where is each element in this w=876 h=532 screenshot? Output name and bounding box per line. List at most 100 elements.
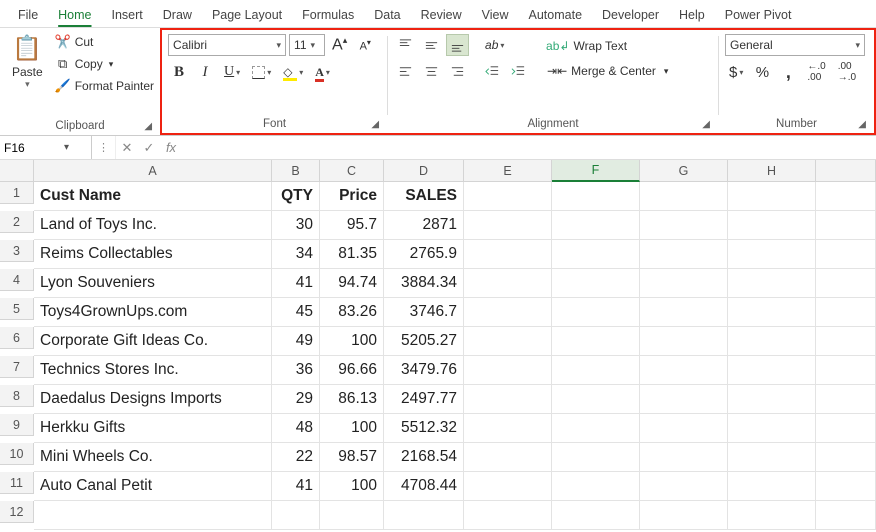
empty-cell[interactable] [272, 501, 320, 530]
name-box-input[interactable] [0, 139, 60, 157]
fill-color-button[interactable]: ◇ [279, 61, 307, 83]
empty-cell[interactable] [552, 269, 640, 298]
column-header-G[interactable]: G [640, 160, 728, 182]
align-bottom-button[interactable] [446, 34, 469, 56]
select-all-corner[interactable] [0, 160, 34, 182]
row-header-7[interactable]: 7 [0, 356, 34, 378]
cell-sales[interactable]: 3479.76 [384, 356, 464, 385]
empty-cell[interactable] [552, 211, 640, 240]
menu-review[interactable]: Review [411, 4, 472, 27]
align-right-button[interactable] [446, 60, 469, 82]
column-header-D[interactable]: D [384, 160, 464, 182]
cell-sales[interactable]: 2871 [384, 211, 464, 240]
empty-cell[interactable] [728, 182, 816, 211]
cell-price[interactable]: 81.35 [320, 240, 384, 269]
cell-sales[interactable]: 2765.9 [384, 240, 464, 269]
header-cell[interactable]: Price [320, 182, 384, 211]
cell-sales[interactable]: 2168.54 [384, 443, 464, 472]
empty-cell[interactable] [816, 327, 876, 356]
empty-cell[interactable] [464, 327, 552, 356]
empty-cell[interactable] [816, 414, 876, 443]
empty-cell[interactable] [320, 501, 384, 530]
cell-name[interactable]: Reims Collectables [34, 240, 272, 269]
cell-qty[interactable]: 29 [272, 385, 320, 414]
empty-cell[interactable] [464, 298, 552, 327]
empty-cell[interactable] [640, 414, 728, 443]
decrease-font-button[interactable]: A▾ [354, 34, 376, 56]
cell-qty[interactable]: 41 [272, 269, 320, 298]
menu-automate[interactable]: Automate [519, 4, 593, 27]
empty-cell[interactable] [728, 211, 816, 240]
row-header-1[interactable]: 1 [0, 182, 34, 204]
decrease-indent-button[interactable] [481, 60, 504, 82]
empty-cell[interactable] [640, 240, 728, 269]
name-box[interactable]: ▾ [0, 136, 92, 159]
cell-sales[interactable]: 5205.27 [384, 327, 464, 356]
row-header-6[interactable]: 6 [0, 327, 34, 349]
column-header-A[interactable]: A [34, 160, 272, 182]
empty-cell[interactable] [464, 211, 552, 240]
empty-cell[interactable] [552, 327, 640, 356]
cell-price[interactable]: 100 [320, 472, 384, 501]
empty-cell[interactable] [464, 443, 552, 472]
empty-cell[interactable] [816, 385, 876, 414]
menu-draw[interactable]: Draw [153, 4, 202, 27]
formula-input[interactable] [182, 136, 876, 159]
row-header-9[interactable]: 9 [0, 414, 34, 436]
align-middle-button[interactable] [420, 34, 443, 56]
empty-cell[interactable] [640, 327, 728, 356]
empty-cell[interactable] [464, 182, 552, 211]
cell-name[interactable]: Mini Wheels Co. [34, 443, 272, 472]
empty-cell[interactable] [464, 240, 552, 269]
menu-file[interactable]: File [8, 4, 48, 27]
cell-name[interactable]: Herkku Gifts [34, 414, 272, 443]
align-top-button[interactable] [394, 34, 417, 56]
cell-price[interactable]: 96.66 [320, 356, 384, 385]
empty-cell[interactable] [34, 501, 272, 530]
italic-button[interactable]: I [194, 61, 216, 83]
empty-cell[interactable] [640, 182, 728, 211]
dialog-launcher-icon[interactable]: ◢ [702, 119, 710, 130]
cell-name[interactable]: Auto Canal Petit [34, 472, 272, 501]
header-cell[interactable]: QTY [272, 182, 320, 211]
menu-view[interactable]: View [472, 4, 519, 27]
column-header-B[interactable]: B [272, 160, 320, 182]
font-size-select[interactable]: 11▾ [289, 34, 325, 56]
empty-cell[interactable] [816, 240, 876, 269]
cell-price[interactable]: 95.7 [320, 211, 384, 240]
empty-cell[interactable] [552, 443, 640, 472]
cell-sales[interactable]: 5512.32 [384, 414, 464, 443]
empty-cell[interactable] [816, 269, 876, 298]
menu-insert[interactable]: Insert [102, 4, 153, 27]
empty-cell[interactable] [552, 414, 640, 443]
dialog-launcher-icon[interactable]: ◢ [858, 119, 866, 130]
cell-qty[interactable]: 30 [272, 211, 320, 240]
row-header-4[interactable]: 4 [0, 269, 34, 291]
empty-cell[interactable] [552, 385, 640, 414]
empty-cell[interactable] [552, 240, 640, 269]
menu-home[interactable]: Home [48, 4, 101, 27]
cell-qty[interactable]: 22 [272, 443, 320, 472]
cell-name[interactable]: Daedalus Designs Imports [34, 385, 272, 414]
empty-cell[interactable] [728, 240, 816, 269]
empty-cell[interactable] [384, 501, 464, 530]
cell-sales[interactable]: 2497.77 [384, 385, 464, 414]
wrap-text-button[interactable]: ab↲Wrap Text [542, 37, 673, 55]
cell-price[interactable]: 100 [320, 414, 384, 443]
empty-cell[interactable] [728, 414, 816, 443]
paste-button[interactable]: 📋 Paste ▾ [6, 32, 49, 92]
dialog-launcher-icon[interactable]: ◢ [371, 119, 379, 130]
row-header-5[interactable]: 5 [0, 298, 34, 320]
empty-cell[interactable] [464, 501, 552, 530]
empty-cell[interactable] [640, 356, 728, 385]
empty-cell[interactable] [552, 472, 640, 501]
row-header-2[interactable]: 2 [0, 211, 34, 233]
cell-qty[interactable]: 49 [272, 327, 320, 356]
cut-button[interactable]: ✂️Cut [55, 34, 154, 50]
column-header-C[interactable]: C [320, 160, 384, 182]
empty-cell[interactable] [464, 385, 552, 414]
column-header-E[interactable]: E [464, 160, 552, 182]
cell-qty[interactable]: 41 [272, 472, 320, 501]
row-header-12[interactable]: 12 [0, 501, 34, 523]
cell-sales[interactable]: 3746.7 [384, 298, 464, 327]
